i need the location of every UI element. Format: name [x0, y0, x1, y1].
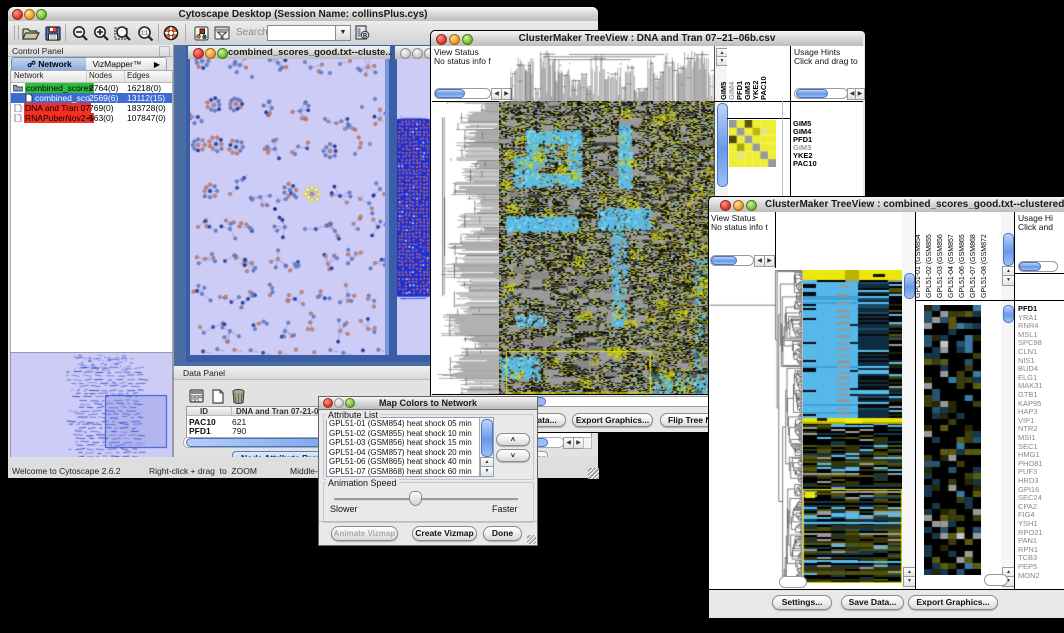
svg-text:B: B	[363, 33, 368, 39]
svg-text:1:1: 1:1	[141, 31, 148, 37]
